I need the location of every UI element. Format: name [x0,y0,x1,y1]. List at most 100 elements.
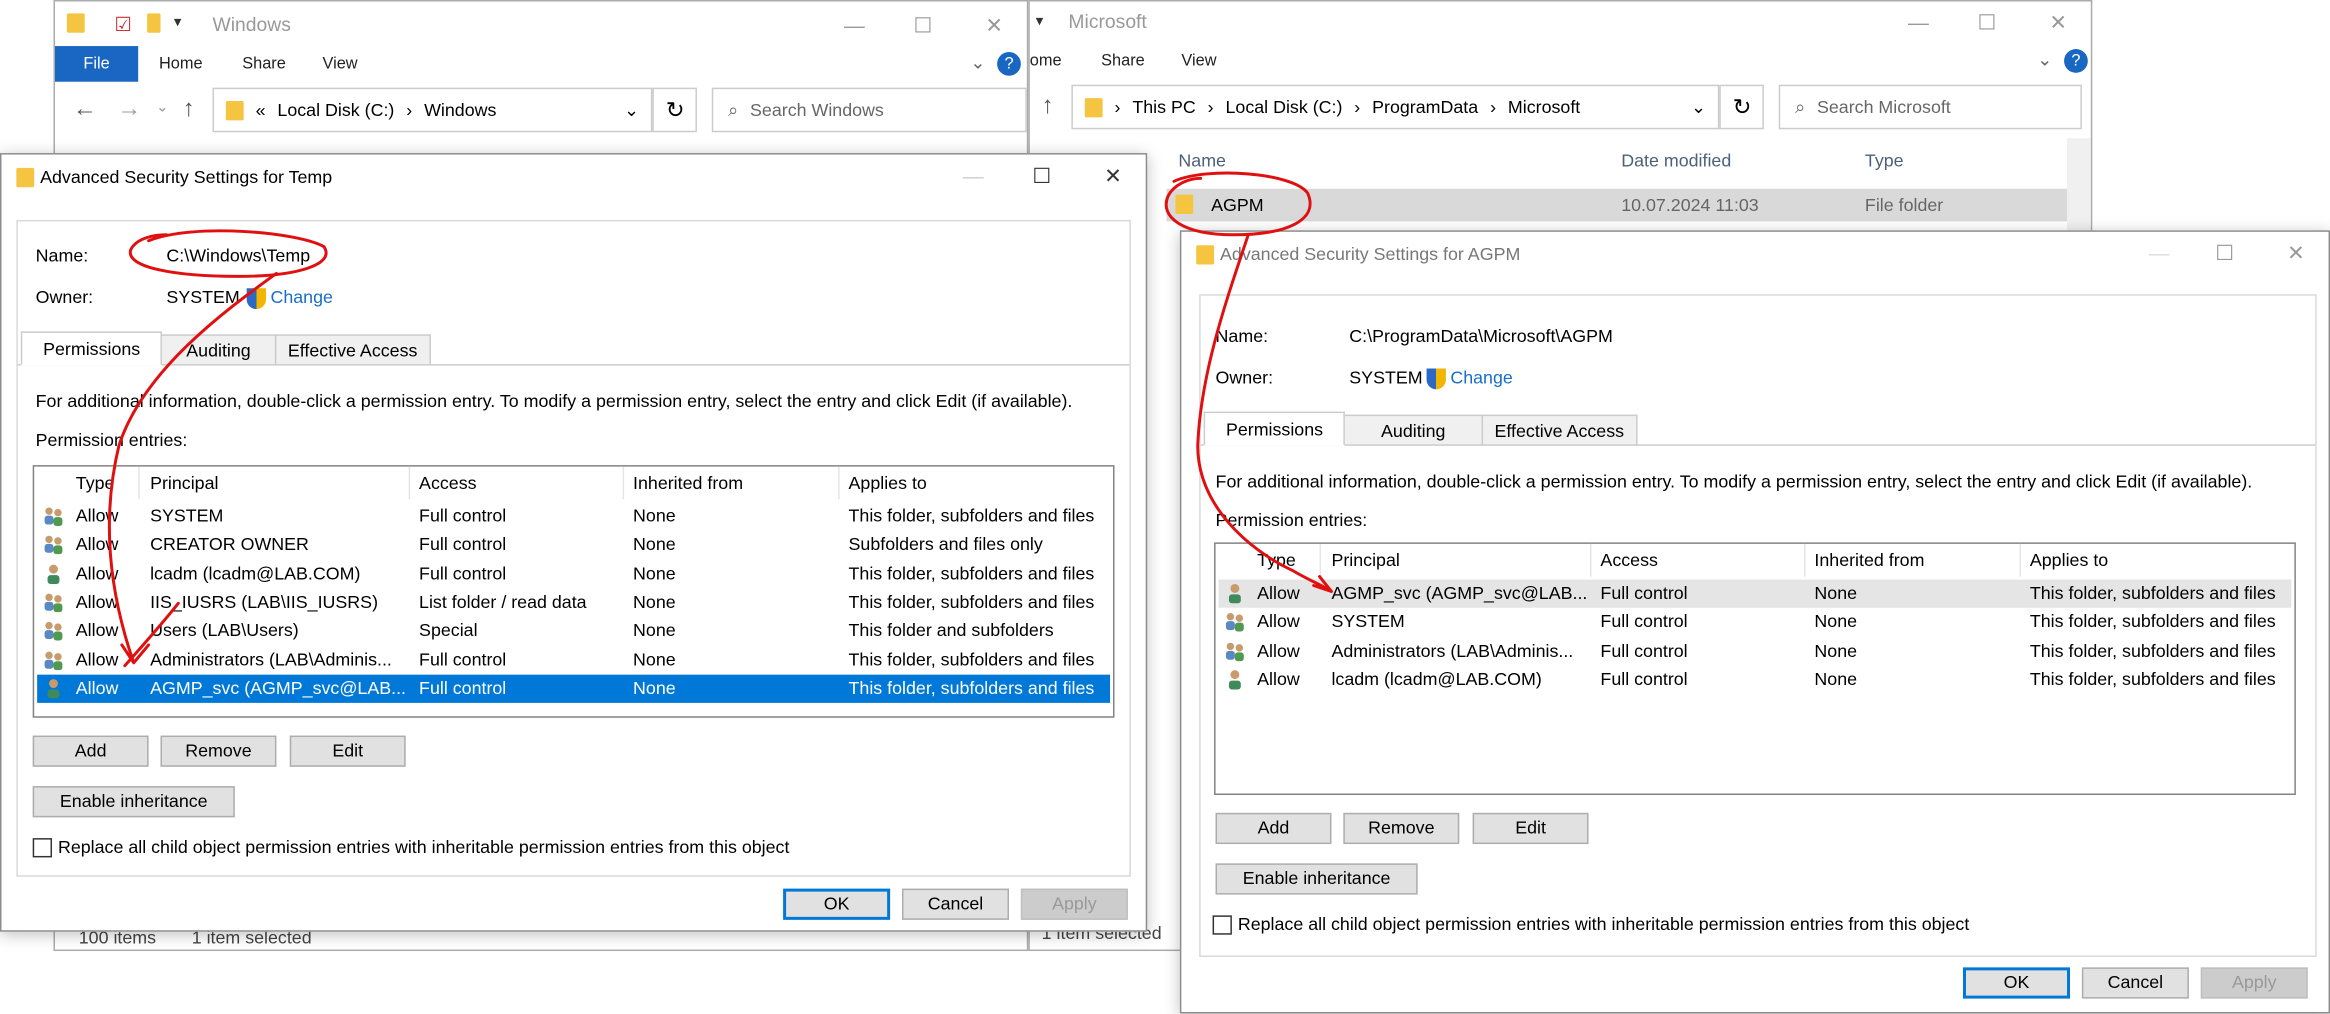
permission-entry-row[interactable]: Allow SYSTEM Full control None This folder, … [37,502,1110,530]
maximize-icon[interactable]: ☐ [2210,241,2240,266]
path-segment[interactable]: Local Disk (C:) [1225,97,1342,118]
enable-inheritance-button[interactable]: Enable inheritance [1215,863,1418,895]
edit-button[interactable]: Edit [1472,812,1589,845]
permission-entries-list[interactable]: Type Principal Access Inherited from App… [1214,542,2296,796]
permission-entry-row[interactable]: Allow Administrators (LAB\Adminis... Full … [1219,637,2292,665]
chevron-right-icon: › [406,99,413,121]
permission-entry-row[interactable]: Allow Administrators (LAB\Adminis... Full … [37,646,1110,674]
back-icon[interactable]: ← [73,97,97,124]
tab-permissions[interactable]: Permissions [1203,411,1346,446]
chevron-down-icon[interactable]: ▾ [174,15,181,31]
path-segment[interactable]: Local Disk (C:) [277,100,394,121]
properties-icon[interactable]: ☑ [114,13,131,37]
column-header-type[interactable]: Type [1865,150,1904,171]
maximize-icon[interactable]: ☐ [908,13,938,38]
up-icon[interactable]: ↑ [183,97,195,124]
up-icon[interactable]: ↑ [1042,94,1054,121]
column-header-name[interactable]: Name [1178,150,1226,171]
ok-button[interactable]: OK [783,888,891,920]
tab-file[interactable]: File [54,46,139,82]
permission-entry-row[interactable]: Allow SYSTEM Full control None This folder, … [1219,608,2292,636]
column-header-access[interactable]: Access [419,473,476,494]
address-bar[interactable]: › This PC › Local Disk (C:) › ProgramDat… [1071,84,1720,130]
column-header-type[interactable]: Type [1257,550,1296,571]
address-bar[interactable]: « Local Disk (C:) › Windows ⌄ [212,87,653,133]
cancel-button[interactable]: Cancel [2081,967,2189,999]
edit-button[interactable]: Edit [289,735,406,767]
column-header-applies[interactable]: Applies to [2030,550,2108,571]
chevron-down-icon[interactable]: ⌄ [2037,49,2052,70]
file-row[interactable]: AGPM 10.07.2024 11:03 File folder [1166,188,2068,222]
column-header-applies[interactable]: Applies to [849,473,927,494]
permission-entry-row[interactable]: Allow CREATOR OWNER Full control None Subfol… [37,531,1110,559]
add-button[interactable]: Add [32,735,149,767]
tab-permissions[interactable]: Permissions [20,331,163,366]
maximize-icon[interactable]: ☐ [1972,10,2002,35]
minimize-icon[interactable]: — [958,163,988,187]
path-overflow[interactable]: « [256,100,266,121]
tab-home[interactable]: ome [1030,52,1062,70]
tab-auditing[interactable]: Auditing [1343,414,1483,446]
close-icon[interactable]: ✕ [2043,10,2073,35]
permission-entry-row[interactable]: Allow AGMP_svc (AGMP_svc@LAB.... Full cont… [37,674,1111,703]
checkbox-box[interactable] [1212,914,1232,934]
checkbox-box[interactable] [32,837,53,857]
remove-button[interactable]: Remove [1343,812,1460,845]
refresh-button[interactable]: ↻ [1719,84,1764,130]
permission-entry-row[interactable]: Allow AGMP_svc (AGMP_svc@LAB.... Full cont… [1218,579,2292,608]
change-owner-link[interactable]: Change [246,287,333,309]
close-icon[interactable]: ✕ [979,13,1009,38]
help-icon[interactable]: ? [2064,49,2088,73]
column-header-access[interactable]: Access [1600,550,1657,571]
permission-entry-row[interactable]: Allow Users (LAB\Users) Special None This fo… [37,617,1110,645]
recent-icon[interactable]: ⌄ [156,100,168,116]
column-header-principal[interactable]: Principal [150,473,218,494]
enable-inheritance-button[interactable]: Enable inheritance [32,786,235,818]
tab-view[interactable]: View [322,55,357,73]
maximize-icon[interactable]: ☐ [1027,163,1057,188]
minimize-icon[interactable]: — [840,13,870,37]
chevron-down-icon[interactable]: ⌄ [1691,97,1706,118]
tab-auditing[interactable]: Auditing [161,334,277,366]
minimize-icon[interactable]: — [2144,241,2174,265]
replace-child-permissions-checkbox[interactable]: Replace all child object permission entr… [32,837,789,857]
tab-share[interactable]: Share [242,55,286,73]
tab-effective-access[interactable]: Effective Access [1481,414,1638,446]
chevron-down-icon[interactable]: ⌄ [970,52,985,73]
add-button[interactable]: Add [1215,812,1332,845]
close-icon[interactable]: ✕ [1098,163,1128,188]
search-input[interactable]: ⌕ Search Windows [711,87,1027,133]
chevron-down-icon[interactable]: ▾ [1036,13,1043,29]
path-segment[interactable]: This PC [1132,97,1195,118]
path-segment[interactable]: ProgramData [1372,97,1478,118]
forward-icon[interactable]: → [117,97,141,124]
tab-share[interactable]: Share [1101,52,1145,70]
permission-entry-row[interactable]: Allow lcadm (lcadm@LAB.COM) Full control No… [1219,666,2292,694]
path-segment[interactable]: Microsoft [1508,97,1580,118]
cancel-button[interactable]: Cancel [902,888,1009,920]
minimize-icon[interactable]: — [1904,10,1934,34]
close-icon[interactable]: ✕ [2281,241,2311,266]
column-header-type[interactable]: Type [76,473,115,494]
new-folder-icon[interactable] [147,13,161,33]
column-header-inherited[interactable]: Inherited from [1814,550,1924,571]
permission-entry-row[interactable]: Allow IIS_IUSRS (LAB\IIS_IUSRS) List folde… [37,588,1110,616]
remove-button[interactable]: Remove [160,735,277,767]
column-header-date[interactable]: Date modified [1621,150,1731,171]
help-icon[interactable]: ? [997,52,1021,76]
permission-entry-row[interactable]: Allow lcadm (lcadm@LAB.COM) Full control No… [37,560,1110,588]
user-icon [1228,583,1241,604]
tab-home[interactable]: Home [159,55,203,73]
tab-view[interactable]: View [1181,52,1216,70]
ok-button[interactable]: OK [1963,967,2070,999]
column-header-inherited[interactable]: Inherited from [633,473,743,494]
column-header-principal[interactable]: Principal [1331,550,1399,571]
path-segment[interactable]: Windows [424,100,496,121]
replace-child-permissions-checkbox[interactable]: Replace all child object permission entr… [1212,914,1969,935]
search-input[interactable]: ⌕ Search Microsoft [1778,84,2082,130]
change-owner-link[interactable]: Change [1426,367,1513,390]
refresh-button[interactable]: ↻ [652,87,697,133]
chevron-down-icon[interactable]: ⌄ [624,100,639,121]
permission-entries-list[interactable]: Type Principal Access Inherited from App… [32,465,1115,718]
tab-effective-access[interactable]: Effective Access [274,334,431,366]
